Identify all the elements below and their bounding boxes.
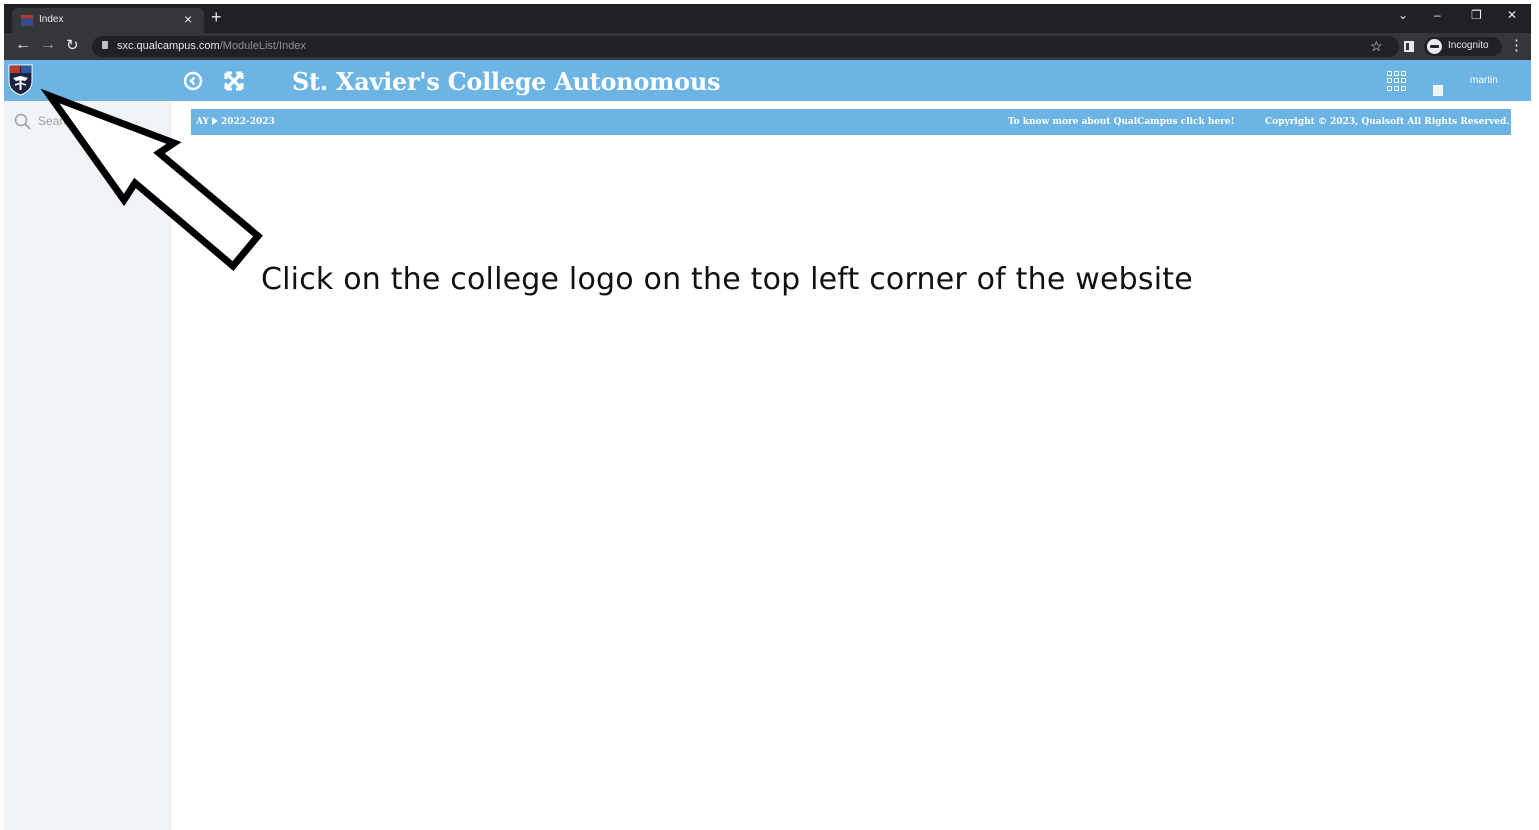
search-input[interactable] <box>38 110 158 132</box>
info-bar: AY 2022-2023 To know more about QualCampu… <box>191 109 1511 135</box>
close-icon[interactable]: ✕ <box>1507 8 1517 22</box>
minimize-icon[interactable]: – <box>1434 8 1441 22</box>
back-arrow-icon[interactable]: ← <box>15 36 31 54</box>
academic-year-value: 2022-2023 <box>220 117 275 127</box>
arrow-right-icon <box>211 117 218 125</box>
incognito-badge[interactable]: Incognito <box>1424 37 1502 56</box>
tab-strip: Index × + ⌄ – ❐ ✕ <box>4 4 1531 33</box>
bookmark-star-icon[interactable]: ☆ <box>1370 38 1383 55</box>
sidebar <box>4 101 171 830</box>
college-logo[interactable] <box>7 63 34 96</box>
instruction-text: Click on the college logo on the top lef… <box>261 262 1193 297</box>
browser-tab[interactable]: Index × <box>12 8 204 33</box>
incognito-icon <box>1427 39 1442 54</box>
url-host: sxc.qualcampus.com <box>117 40 220 52</box>
url-text[interactable]: sxc.qualcampus.com/ModuleList/Index <box>117 40 306 52</box>
user-avatar[interactable] <box>1433 85 1443 96</box>
copyright-text: Copyright © 2023, Qualsoft All Rights Re… <box>1265 117 1510 127</box>
address-bar[interactable]: sxc.qualcampus.com/ModuleList/Index ☆ <box>92 36 1399 57</box>
browser-toolbar: ← → ↻ sxc.qualcampus.com/ModuleList/Inde… <box>4 33 1531 60</box>
lock-icon[interactable] <box>102 41 108 49</box>
site-favicon-icon <box>21 15 33 26</box>
page-title: St. Xavier's College Autonomous <box>292 67 721 96</box>
url-path: /ModuleList/Index <box>219 40 306 52</box>
menu-kebab-icon[interactable]: ⋮ <box>1509 36 1524 54</box>
tab-search-chevron-icon[interactable]: ⌄ <box>1398 8 1408 22</box>
search-icon <box>14 113 31 130</box>
ay-label: AY <box>196 117 209 127</box>
browser-window: Index × + ⌄ – ❐ ✕ ← → ↻ sxc.qualcampus.c… <box>4 4 1531 830</box>
apps-grid-icon[interactable] <box>1387 71 1407 91</box>
forward-arrow-icon[interactable]: → <box>40 36 56 54</box>
fullscreen-icon[interactable] <box>223 70 245 92</box>
tab-title: Index <box>39 14 64 25</box>
app-header: St. Xavier's College Autonomous martin <box>4 60 1531 101</box>
user-name[interactable]: martin <box>1470 75 1498 86</box>
incognito-label: Incognito <box>1448 40 1489 51</box>
side-panel-icon[interactable] <box>1404 41 1414 52</box>
restore-icon[interactable]: ❐ <box>1471 8 1482 22</box>
new-tab-button[interactable]: + <box>211 7 222 28</box>
academic-year: AY 2022-2023 <box>196 117 275 127</box>
know-more-link[interactable]: To know more about QualCampus click here… <box>1008 117 1235 127</box>
tab-close-icon[interactable]: × <box>184 11 192 27</box>
reload-icon[interactable]: ↻ <box>66 36 79 54</box>
back-circle-icon[interactable] <box>182 70 204 92</box>
